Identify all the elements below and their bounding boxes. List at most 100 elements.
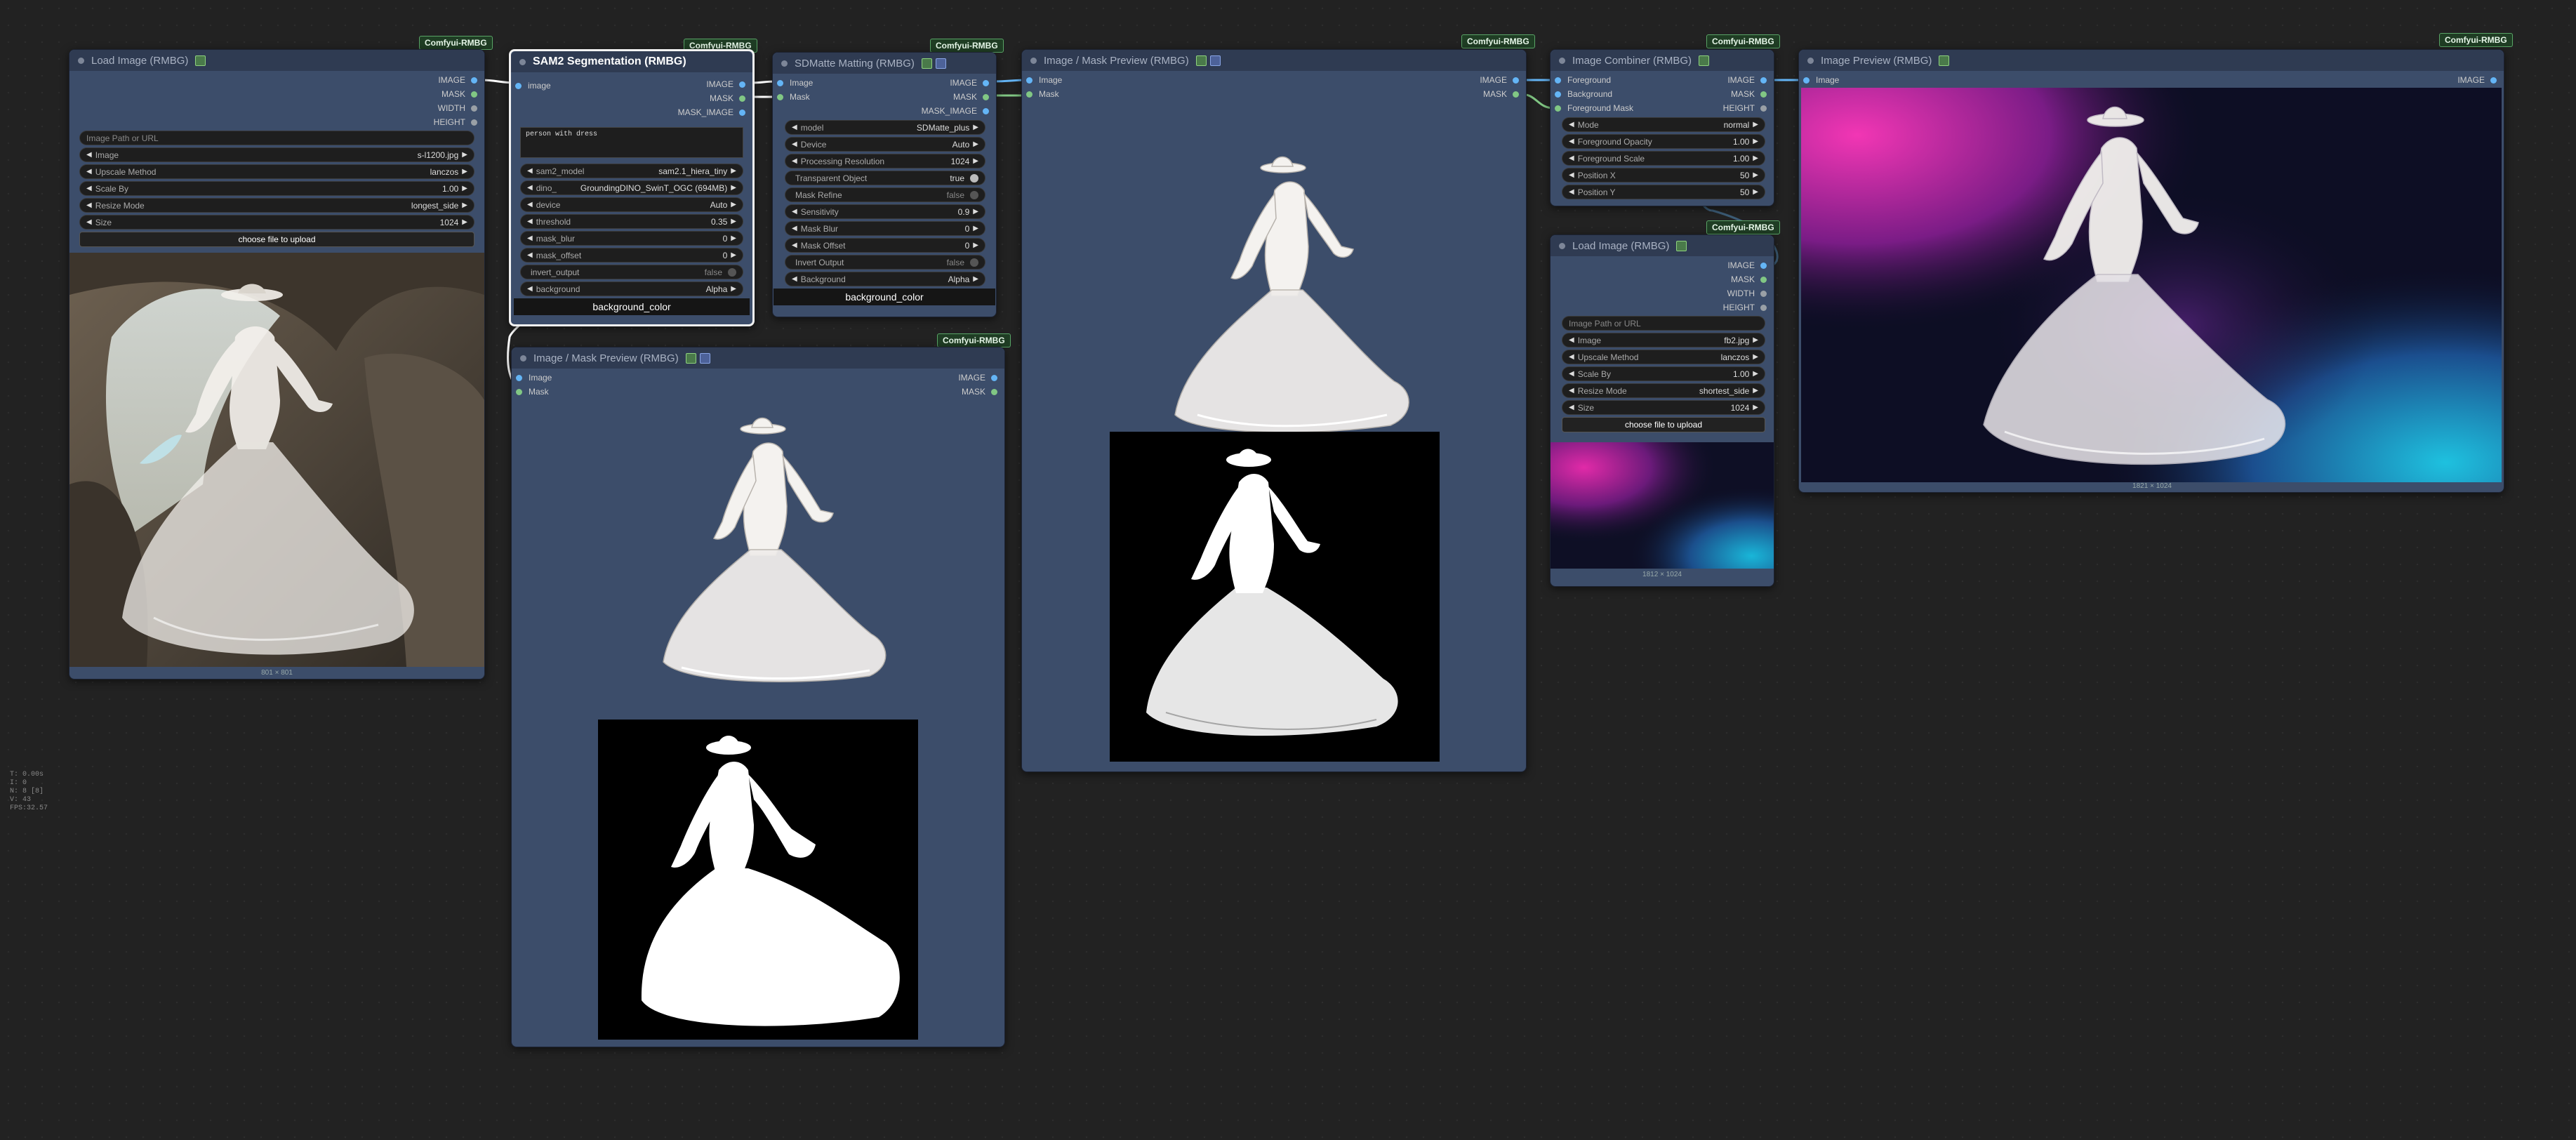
widget-mode[interactable]: ◀ Mode normal ▶ xyxy=(1562,117,1765,132)
arrow-left-icon[interactable]: ◀ xyxy=(527,201,533,208)
arrow-right-icon[interactable]: ▶ xyxy=(1753,404,1758,411)
arrow-right-icon[interactable]: ▶ xyxy=(731,201,736,208)
output-dot[interactable] xyxy=(983,79,989,86)
input-image[interactable]: Image xyxy=(516,373,552,383)
widget-mask-offset[interactable]: ◀ Mask Offset 0 ▶ xyxy=(785,238,985,253)
arrow-right-icon[interactable]: ▶ xyxy=(973,157,978,165)
widget-image[interactable]: ◀ Image s-l1200.jpg ▶ xyxy=(79,147,474,162)
collapse-dot[interactable] xyxy=(1807,57,1814,64)
upload-button[interactable]: choose file to upload xyxy=(79,232,474,247)
arrow-right-icon[interactable]: ▶ xyxy=(973,275,978,283)
arrow-left-icon[interactable]: ◀ xyxy=(792,208,797,216)
upload-button[interactable]: choose file to upload xyxy=(1562,417,1765,432)
output-image[interactable]: IMAGE xyxy=(1480,75,1519,85)
output-dot[interactable] xyxy=(1760,77,1767,84)
output-mask[interactable]: MASK xyxy=(441,89,477,99)
arrow-left-icon[interactable]: ◀ xyxy=(792,275,797,283)
image-path-input[interactable]: Image Path or URL xyxy=(1562,316,1765,331)
arrow-left-icon[interactable]: ◀ xyxy=(1569,138,1574,145)
widget-position-x[interactable]: ◀ Position X 50 ▶ xyxy=(1562,168,1765,183)
arrow-left-icon[interactable]: ◀ xyxy=(792,241,797,249)
output-dot[interactable] xyxy=(1513,77,1519,84)
output-dot[interactable] xyxy=(739,109,745,116)
widget-background[interactable]: ◀ background Alpha ▶ xyxy=(520,281,743,296)
arrow-right-icon[interactable]: ▶ xyxy=(973,124,978,131)
widget-resize-mode[interactable]: ◀ Resize Mode shortest_side ▶ xyxy=(1562,383,1765,398)
output-dot[interactable] xyxy=(1760,304,1767,311)
arrow-left-icon[interactable]: ◀ xyxy=(527,218,533,225)
widget-foreground-opacity[interactable]: ◀ Foreground Opacity 1.00 ▶ xyxy=(1562,134,1765,149)
arrow-left-icon[interactable]: ◀ xyxy=(527,251,533,259)
arrow-left-icon[interactable]: ◀ xyxy=(1569,154,1574,162)
widget-transparent-object[interactable]: Transparent Object true xyxy=(785,171,985,185)
arrow-right-icon[interactable]: ▶ xyxy=(1753,336,1758,344)
prompt-textarea[interactable]: person with dress xyxy=(520,127,743,158)
output-dot[interactable] xyxy=(1760,91,1767,98)
widget-resize-mode[interactable]: ◀ Resize Mode longest_side ▶ xyxy=(79,198,474,213)
widget-position-y[interactable]: ◀ Position Y 50 ▶ xyxy=(1562,185,1765,199)
output-dot[interactable] xyxy=(2490,77,2497,84)
arrow-right-icon[interactable]: ▶ xyxy=(462,218,467,226)
output-dot[interactable] xyxy=(991,388,997,395)
widget-processing-resolution[interactable]: ◀ Processing Resolution 1024 ▶ xyxy=(785,154,985,168)
widget-scale-by[interactable]: ◀ Scale By 1.00 ▶ xyxy=(1562,366,1765,381)
collapse-dot[interactable] xyxy=(519,58,526,65)
widget-invert-output[interactable]: Invert Output false xyxy=(785,255,985,270)
widget-sam2-model[interactable]: ◀ sam2_model sam2.1_hiera_tiny ▶ xyxy=(520,164,743,178)
output-image[interactable]: IMAGE xyxy=(438,75,477,85)
arrow-left-icon[interactable]: ◀ xyxy=(1569,336,1574,344)
arrow-right-icon[interactable]: ▶ xyxy=(1753,138,1758,145)
input-dot[interactable] xyxy=(1555,91,1561,98)
input-background[interactable]: Background xyxy=(1555,89,1612,99)
arrow-right-icon[interactable]: ▶ xyxy=(973,241,978,249)
output-height[interactable]: HEIGHT xyxy=(1723,303,1767,312)
arrow-right-icon[interactable]: ▶ xyxy=(462,185,467,192)
arrow-left-icon[interactable]: ◀ xyxy=(86,168,92,175)
widget-sensitivity[interactable]: ◀ Sensitivity 0.9 ▶ xyxy=(785,204,985,219)
output-dot[interactable] xyxy=(1513,91,1519,98)
output-dot[interactable] xyxy=(471,105,477,112)
widget-threshold[interactable]: ◀ threshold 0.35 ▶ xyxy=(520,214,743,229)
arrow-left-icon[interactable]: ◀ xyxy=(792,157,797,165)
input-mask[interactable]: Mask xyxy=(777,92,810,102)
collapse-dot[interactable] xyxy=(1559,242,1565,249)
arrow-left-icon[interactable]: ◀ xyxy=(86,201,92,209)
input-dot[interactable] xyxy=(777,93,783,100)
node-title-bar[interactable]: Image / Mask Preview (RMBG) xyxy=(1022,50,1526,71)
arrow-left-icon[interactable]: ◀ xyxy=(1569,121,1574,128)
output-dot[interactable] xyxy=(983,107,989,114)
input-dot[interactable] xyxy=(1803,77,1810,84)
widget-device[interactable]: ◀ device Auto ▶ xyxy=(520,197,743,212)
output-dot[interactable] xyxy=(739,95,745,102)
node-title-bar[interactable]: Image Preview (RMBG) xyxy=(1799,50,2504,71)
output-mask[interactable]: MASK xyxy=(962,387,997,397)
output-dot[interactable] xyxy=(1760,290,1767,297)
arrow-left-icon[interactable]: ◀ xyxy=(792,140,797,148)
output-dot[interactable] xyxy=(983,93,989,100)
arrow-right-icon[interactable]: ▶ xyxy=(973,225,978,232)
arrow-left-icon[interactable]: ◀ xyxy=(527,167,533,175)
input-mask[interactable]: Mask xyxy=(1026,89,1059,99)
widget-mask-blur[interactable]: ◀ mask_blur 0 ▶ xyxy=(520,231,743,246)
arrow-right-icon[interactable]: ▶ xyxy=(731,234,736,242)
collapse-dot[interactable] xyxy=(78,57,84,64)
arrow-left-icon[interactable]: ◀ xyxy=(792,225,797,232)
output-dot[interactable] xyxy=(471,77,477,84)
arrow-right-icon[interactable]: ▶ xyxy=(731,251,736,259)
arrow-left-icon[interactable]: ◀ xyxy=(792,124,797,131)
output-dot[interactable] xyxy=(991,374,997,381)
output-mask-image[interactable]: MASK_IMAGE xyxy=(678,107,745,117)
arrow-right-icon[interactable]: ▶ xyxy=(973,140,978,148)
widget-upscale-method[interactable]: ◀ Upscale Method lanczos ▶ xyxy=(1562,350,1765,364)
background-color-swatch[interactable]: background_color xyxy=(514,298,750,315)
arrow-left-icon[interactable]: ◀ xyxy=(1569,404,1574,411)
widget-model[interactable]: ◀ model SDMatte_plus ▶ xyxy=(785,120,985,135)
node-title-bar[interactable]: Load Image (RMBG) xyxy=(69,50,484,71)
arrow-right-icon[interactable]: ▶ xyxy=(973,208,978,216)
background-color-swatch[interactable]: background_color xyxy=(774,289,995,305)
node-sam2-segmentation[interactable]: SAM2 Segmentation (RMBG) image IMAGE MAS… xyxy=(509,49,755,326)
output-dot[interactable] xyxy=(471,119,477,126)
output-image[interactable]: IMAGE xyxy=(1727,75,1767,85)
arrow-right-icon[interactable]: ▶ xyxy=(1753,188,1758,196)
arrow-right-icon[interactable]: ▶ xyxy=(1753,121,1758,128)
